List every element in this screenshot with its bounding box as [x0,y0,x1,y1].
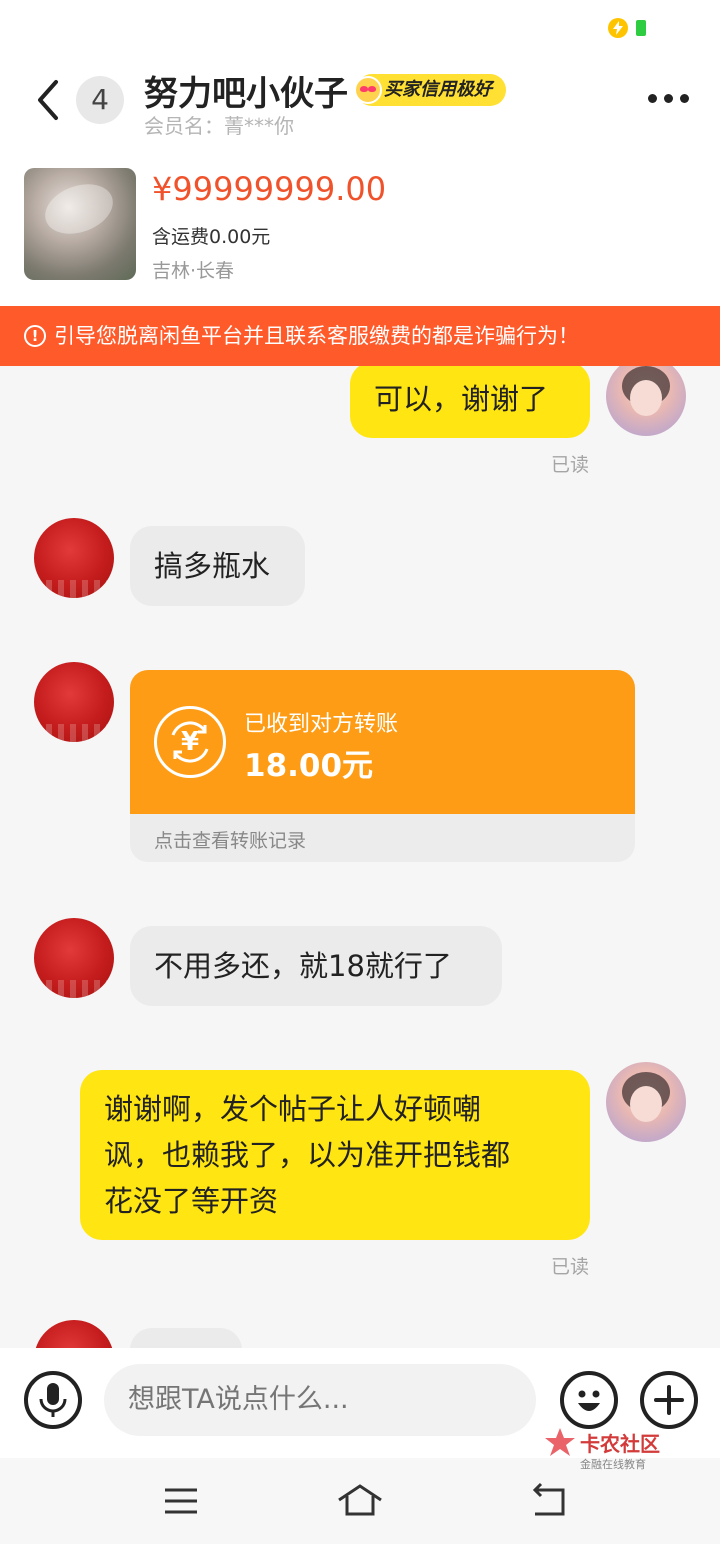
charging-icon [608,18,628,38]
message-bubble[interactable] [130,1328,242,1348]
message-line: 讽，也赖我了，以为准开把钱都 [104,1138,511,1172]
message-bubble[interactable]: 不用多还，就18就行了 [130,926,502,1006]
watermark-logo [542,1426,578,1462]
plus-icon[interactable] [640,1371,698,1429]
watermark-title: 卡农社区 [580,1432,660,1456]
back-arrow-icon[interactable] [30,78,66,122]
yen-symbol: ¥ [180,727,200,757]
message-bubble[interactable]: 谢谢啊，发个帖子让人好顿嘲 讽，也赖我了，以为准开把钱都 花没了等开资 [80,1070,590,1240]
more-icon[interactable] [646,92,690,104]
chat-messages: 可以，谢谢了 已读 搞多瓶水 ¥ 已收到对方转账 18.00元 点击查看转账记录… [0,366,720,1348]
menu-icon[interactable] [156,1476,206,1526]
emoji-icon[interactable] [560,1371,618,1429]
transfer-card-body: ¥ 已收到对方转账 18.00元 [130,670,635,814]
product-price: ¥99999999.00 [152,170,387,208]
status-bar [0,0,720,56]
home-icon[interactable] [335,1476,385,1526]
message-input[interactable] [104,1364,536,1436]
shipping-fee: 含运费0.00元 [152,226,271,248]
transfer-amount: 18.00元 [244,748,374,784]
warning-text: 引导您脱离闲鱼平台并且联系客服缴费的都是诈骗行为！ [54,324,579,348]
message-text: 搞多瓶水 [154,549,271,583]
transfer-record-link[interactable]: 点击查看转账记录 [154,826,306,853]
credit-face-icon [354,76,382,104]
watermark: 卡农社区 金融在线教育 [540,1424,670,1494]
yen-transfer-icon: ¥ [154,706,226,778]
transfer-card[interactable]: ¥ 已收到对方转账 18.00元 点击查看转账记录 [130,670,635,862]
member-name: 会员名：菁***你 [144,114,294,138]
message-line: 花没了等开资 [104,1184,279,1218]
credit-badge-label: 买家信用极好 [384,79,492,100]
product-location: 吉林·长春 [152,260,235,282]
other-avatar[interactable] [34,918,114,998]
credit-badge: 买家信用极好 [354,74,506,106]
watermark-subtitle: 金融在线教育 [580,1458,646,1471]
read-status: 已读 [551,454,590,476]
product-card[interactable]: ¥99999999.00 含运费0.00元 吉林·长春 [0,146,720,306]
microphone-icon[interactable] [24,1371,82,1429]
other-avatar[interactable] [34,518,114,598]
message-line: 谢谢啊，发个帖子让人好顿嘲 [104,1092,482,1126]
transfer-label: 已收到对方转账 [244,712,399,737]
unread-count-badge[interactable]: 4 [76,76,124,124]
self-avatar[interactable] [606,366,686,436]
battery-icon [636,20,646,36]
read-status: 已读 [551,1256,590,1278]
message-text: 可以，谢谢了 [374,382,549,416]
other-avatar[interactable] [34,662,114,742]
message-bubble[interactable]: 可以，谢谢了 [350,366,590,438]
fraud-warning-banner: ! 引导您脱离闲鱼平台并且联系客服缴费的都是诈骗行为！ [0,306,720,366]
chat-header: 4 努力吧小伙子 买家信用极好 会员名：菁***你 [0,56,720,146]
message-text: 不用多还，就18就行了 [154,949,452,983]
self-avatar[interactable] [606,1062,686,1142]
product-image[interactable] [24,168,136,280]
other-avatar[interactable] [34,1320,114,1348]
warning-icon: ! [24,325,46,347]
chat-title: 努力吧小伙子 [144,74,348,114]
message-bubble[interactable]: 搞多瓶水 [130,526,305,606]
